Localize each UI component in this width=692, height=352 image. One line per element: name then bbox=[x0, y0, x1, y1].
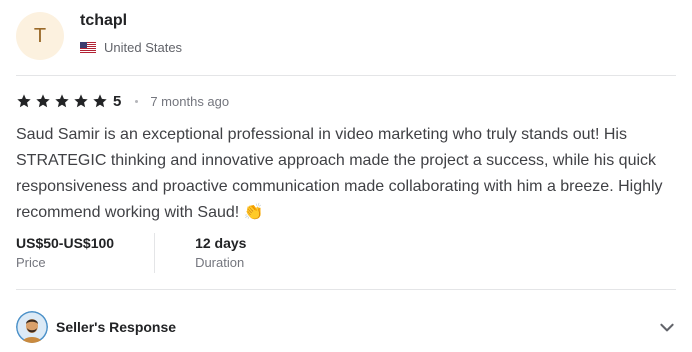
avatar: T bbox=[16, 12, 64, 60]
separator-dot bbox=[135, 99, 139, 103]
star-rating bbox=[16, 93, 111, 109]
price-label: Price bbox=[16, 255, 46, 270]
reviewer-country: United States bbox=[104, 40, 183, 55]
us-flag-icon bbox=[80, 42, 96, 53]
chevron-down-icon[interactable] bbox=[658, 318, 676, 336]
reviewer-meta: tchapl United States bbox=[80, 11, 182, 55]
rating-value: 5 bbox=[113, 92, 122, 110]
star-icon bbox=[17, 94, 31, 108]
review-time-ago: 7 months ago bbox=[150, 93, 230, 109]
avatar-initial: T bbox=[33, 24, 47, 47]
rating-row: 5 7 months ago bbox=[16, 92, 229, 110]
order-stats: US$50-US$100 Price 12 days Duration bbox=[16, 233, 286, 273]
reviewer-country-row: United States bbox=[80, 40, 182, 55]
divider bbox=[16, 75, 676, 76]
duration-label: Duration bbox=[195, 255, 245, 270]
star-icon bbox=[36, 94, 50, 108]
star-icon bbox=[93, 94, 107, 108]
duration-value: 12 days bbox=[195, 235, 247, 251]
divider bbox=[16, 289, 676, 290]
review-text: Saud Samir is an exceptional professiona… bbox=[16, 126, 663, 221]
seller-response-label: Seller's Response bbox=[56, 319, 177, 335]
seller-response-toggle[interactable]: Seller's Response bbox=[16, 310, 676, 344]
price-stat: US$50-US$100 Price bbox=[16, 233, 154, 273]
star-icon bbox=[55, 94, 69, 108]
duration-stat: 12 days Duration bbox=[154, 233, 286, 273]
star-icon bbox=[74, 94, 88, 108]
reviewer-header: T tchapl United States bbox=[16, 10, 182, 62]
seller-avatar bbox=[16, 311, 48, 343]
price-value: US$50-US$100 bbox=[16, 235, 115, 251]
reviewer-username[interactable]: tchapl bbox=[80, 11, 182, 31]
